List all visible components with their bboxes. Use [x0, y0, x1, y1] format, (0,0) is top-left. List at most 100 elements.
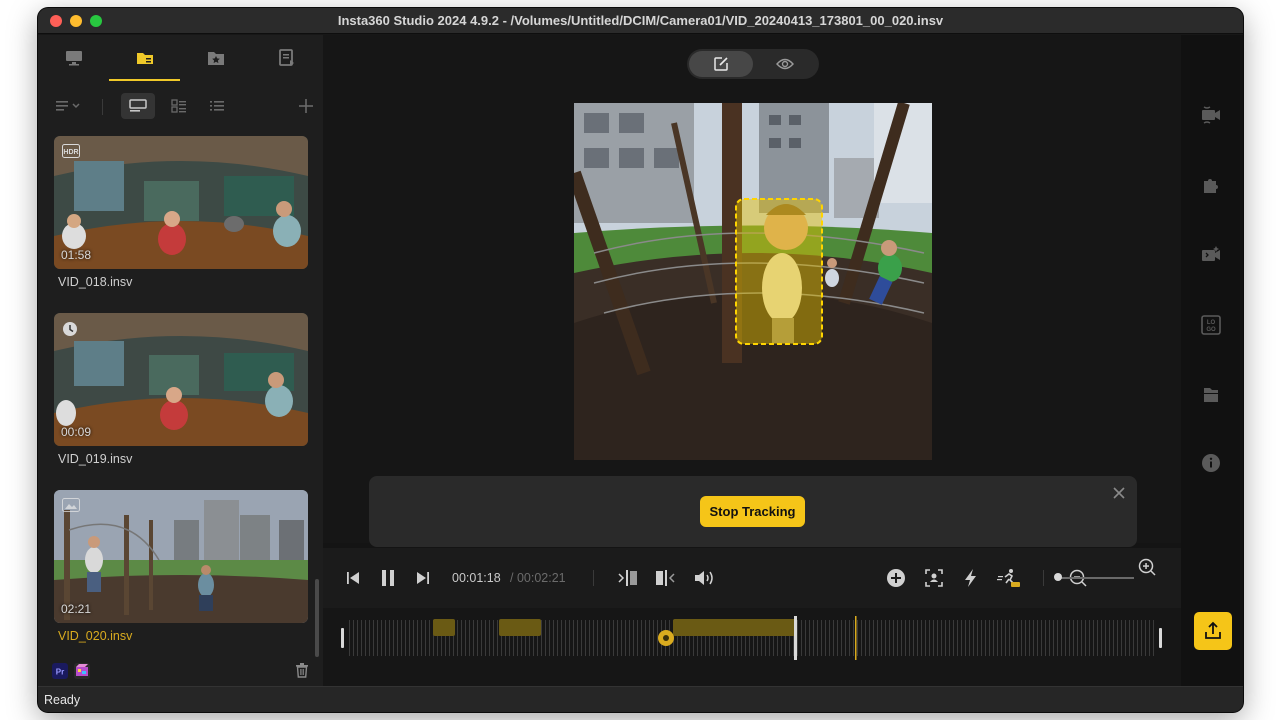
- timeline-tick: [381, 620, 382, 656]
- timeline-tick: [885, 620, 886, 656]
- timeline-tick: [1021, 620, 1022, 656]
- folder-stack-button[interactable]: [1199, 383, 1223, 407]
- clip-thumbnail[interactable]: 02:21: [54, 490, 308, 623]
- timeline-tick: [565, 620, 566, 656]
- grid-view-button[interactable]: [166, 93, 192, 119]
- logo-tool-button[interactable]: LO GO: [1199, 313, 1223, 337]
- skip-forward-button[interactable]: [413, 566, 433, 590]
- final-cut-icon: [74, 663, 90, 679]
- final-cut-button[interactable]: [74, 663, 90, 684]
- runner-icon: [997, 569, 1020, 587]
- timeline-tick: [469, 620, 470, 656]
- runner-button[interactable]: [997, 566, 1021, 590]
- hdr-icon: HDR: [62, 144, 80, 158]
- zoom-in-icon: [1138, 558, 1156, 576]
- logo-icon: LOGO: [1201, 315, 1221, 335]
- clip-thumbnail[interactable]: 00:09: [54, 313, 308, 446]
- zoom-in-icon-holder: [1138, 558, 1156, 581]
- timeline-tick: [905, 620, 906, 656]
- timeline-tick: [1113, 620, 1114, 656]
- preview-mode-button[interactable]: [753, 51, 817, 77]
- timeline-tick: [645, 620, 646, 656]
- clip-item-selected[interactable]: 02:21 VID_020.insv: [54, 490, 308, 643]
- view-separator: [102, 99, 103, 115]
- pause-button[interactable]: [378, 566, 398, 590]
- control-separator: [593, 570, 594, 586]
- delete-button[interactable]: [294, 662, 310, 683]
- volume-button[interactable]: [691, 566, 717, 590]
- timeline-tick: [909, 620, 910, 656]
- camera-tool-button[interactable]: [1199, 103, 1223, 127]
- split-right-button[interactable]: [653, 566, 677, 590]
- deep-track-button[interactable]: [923, 566, 945, 590]
- zoom-slider-track[interactable]: [1056, 577, 1134, 579]
- effects-tool-button[interactable]: [1199, 243, 1223, 267]
- clip-name[interactable]: VID_019.insv: [58, 452, 308, 466]
- video-preview[interactable]: [574, 103, 932, 460]
- timeline-tick: [957, 620, 958, 656]
- tab-export-list[interactable]: [251, 35, 322, 81]
- large-thumbnail-view-button[interactable]: [121, 93, 155, 119]
- timeline-tick: [1133, 620, 1134, 656]
- timeline-tick: [597, 620, 598, 656]
- timeline-tick: [833, 620, 834, 656]
- sort-button[interactable]: [54, 93, 84, 119]
- split-left-button[interactable]: [616, 566, 640, 590]
- timeline-tick: [985, 620, 986, 656]
- timeline-tick: [837, 620, 838, 656]
- tab-monitor[interactable]: [38, 35, 109, 81]
- svg-text:GO: GO: [1206, 327, 1216, 333]
- clip-item[interactable]: 00:09 VID_019.insv: [54, 313, 308, 466]
- clip-name[interactable]: VID_018.insv: [58, 275, 308, 289]
- timeline-track[interactable]: [339, 616, 1169, 660]
- add-media-button[interactable]: [294, 93, 318, 119]
- tab-folder[interactable]: [109, 35, 180, 81]
- timeline-tick: [1081, 620, 1082, 656]
- timeline-tick: [1077, 620, 1078, 656]
- timeline-tick: [401, 620, 402, 656]
- timeline-tick: [797, 620, 798, 656]
- timeline-tick: [853, 620, 854, 656]
- timeline-tick: [865, 620, 866, 656]
- trash-icon: [296, 663, 308, 678]
- timeline-tick: [1141, 620, 1142, 656]
- timeline-tick: [617, 620, 618, 656]
- tab-favorites[interactable]: [180, 35, 251, 81]
- zoom-slider-handle[interactable]: [1054, 573, 1062, 581]
- timeline-tick: [633, 620, 634, 656]
- edit-mode-button[interactable]: [689, 51, 753, 77]
- speed-button[interactable]: [960, 566, 982, 590]
- skip-back-button[interactable]: [343, 566, 363, 590]
- add-keyframe-button[interactable]: [885, 566, 907, 590]
- timeline-tick: [913, 620, 914, 656]
- export-button[interactable]: [1194, 612, 1232, 650]
- timeline-tick: [1041, 620, 1042, 656]
- current-time: 00:01:18: [452, 571, 501, 585]
- clip-name[interactable]: VID_020.insv: [58, 629, 308, 643]
- video-preview-image: [574, 103, 932, 460]
- status-text: Ready: [44, 693, 81, 707]
- timeline[interactable]: [323, 608, 1181, 686]
- timeline-tick: [569, 620, 570, 656]
- timeline-tick: [593, 620, 594, 656]
- puzzle-icon: [1204, 179, 1218, 193]
- plugin-tool-button[interactable]: [1199, 173, 1223, 197]
- svg-text:LO: LO: [1207, 320, 1216, 326]
- list-view-button[interactable]: [204, 93, 230, 119]
- timelapse-icon: [63, 322, 77, 336]
- control-separator: [1043, 570, 1044, 586]
- stop-tracking-button[interactable]: Stop Tracking: [700, 496, 805, 527]
- premiere-button[interactable]: Pr: [52, 663, 68, 684]
- close-panel-button[interactable]: [1111, 485, 1127, 501]
- clip-thumbnail[interactable]: HDR 01:58: [54, 136, 308, 269]
- sidebar-scrollbar[interactable]: [315, 579, 319, 657]
- timeline-tick: [973, 620, 974, 656]
- clip-item[interactable]: HDR 01:58 VID_018.insv: [54, 136, 308, 289]
- info-button[interactable]: [1199, 451, 1223, 475]
- timeline-tick: [365, 620, 366, 656]
- timeline-tick: [1089, 620, 1090, 656]
- timeline-tick: [1109, 620, 1110, 656]
- split-right-icon: [656, 570, 675, 586]
- clip-duration: 02:21: [61, 602, 92, 616]
- skip-back-icon: [347, 572, 359, 584]
